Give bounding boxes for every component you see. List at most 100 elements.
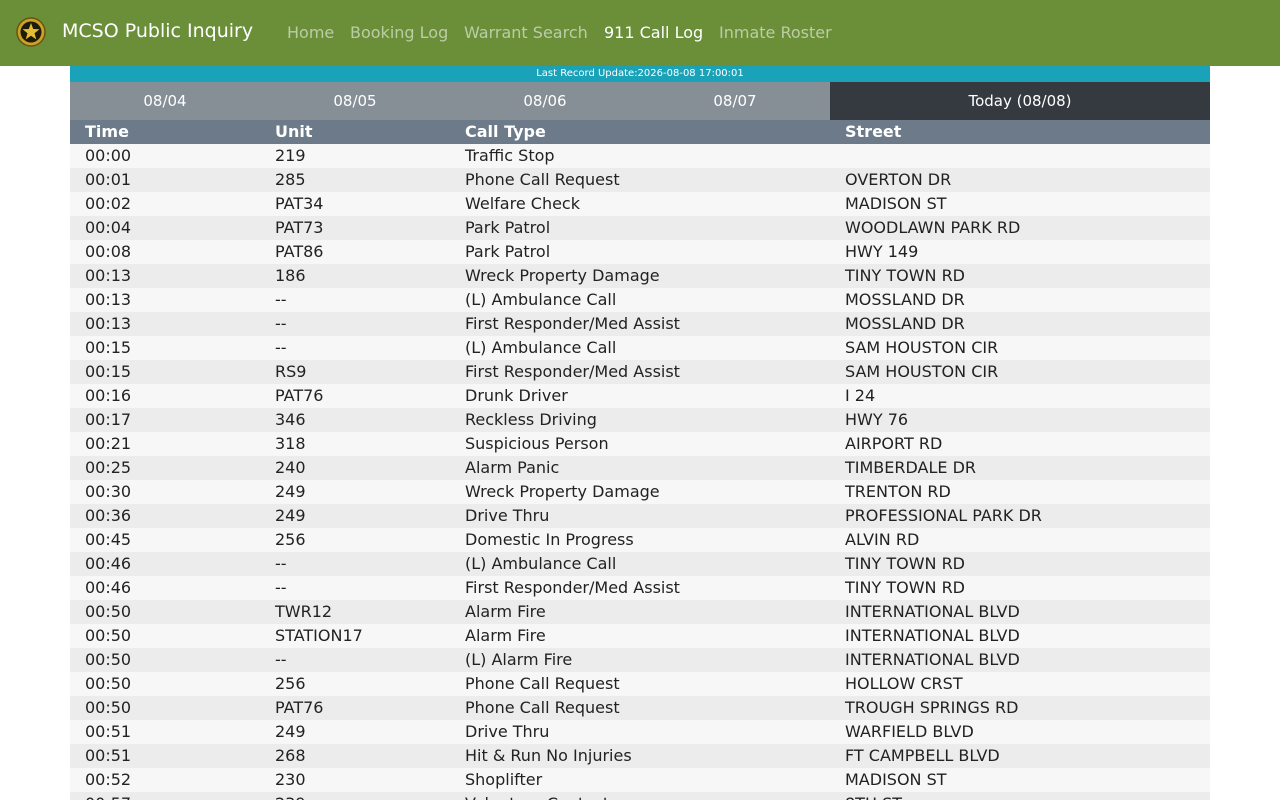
cell-unit: 256: [260, 528, 450, 552]
cell-call-type: Alarm Fire: [450, 600, 830, 624]
cell-street: INTERNATIONAL BLVD: [830, 624, 1210, 648]
nav-booking-log[interactable]: Booking Log: [350, 23, 448, 42]
cell-unit: PAT76: [260, 696, 450, 720]
cell-unit: 249: [260, 720, 450, 744]
cell-call-type: Volunteer Contact: [450, 792, 830, 800]
cell-time: 00:25: [70, 456, 260, 480]
cell-unit: PAT76: [260, 384, 450, 408]
cell-unit: 240: [260, 456, 450, 480]
cell-time: 00:46: [70, 576, 260, 600]
cell-call-type: (L) Ambulance Call: [450, 552, 830, 576]
table-row: 00:08 PAT86 Park Patrol HWY 149: [70, 240, 1210, 264]
cell-street: TIMBERDALE DR: [830, 456, 1210, 480]
cell-street: TINY TOWN RD: [830, 576, 1210, 600]
nav-inmate-roster[interactable]: Inmate Roster: [719, 23, 832, 42]
cell-unit: 219: [260, 144, 450, 168]
cell-street: INTERNATIONAL BLVD: [830, 648, 1210, 672]
cell-street: MADISON ST: [830, 192, 1210, 216]
cell-time: 00:52: [70, 768, 260, 792]
cell-street: HOLLOW CRST: [830, 672, 1210, 696]
date-tabs: 08/04 08/05 08/06 08/07 Today (08/08): [70, 82, 1210, 120]
table-row: 00:01 285 Phone Call Request OVERTON DR: [70, 168, 1210, 192]
table-row: 00:51 249 Drive Thru WARFIELD BLVD: [70, 720, 1210, 744]
cell-call-type: First Responder/Med Assist: [450, 360, 830, 384]
cell-street: SAM HOUSTON CIR: [830, 360, 1210, 384]
cell-unit: 346: [260, 408, 450, 432]
table-row: 00:25 240 Alarm Panic TIMBERDALE DR: [70, 456, 1210, 480]
cell-time: 00:50: [70, 696, 260, 720]
cell-street: [830, 144, 1210, 168]
table-row: 00:13 -- (L) Ambulance Call MOSSLAND DR: [70, 288, 1210, 312]
table-row: 00:13 186 Wreck Property Damage TINY TOWN R…: [70, 264, 1210, 288]
cell-street: TRENTON RD: [830, 480, 1210, 504]
cell-street: TINY TOWN RD: [830, 264, 1210, 288]
tab-today[interactable]: Today (08/08): [830, 82, 1210, 120]
cell-call-type: (L) Ambulance Call: [450, 336, 830, 360]
header-unit: Unit: [260, 120, 450, 144]
cell-unit: --: [260, 648, 450, 672]
cell-call-type: Park Patrol: [450, 240, 830, 264]
cell-street: HWY 149: [830, 240, 1210, 264]
cell-call-type: (L) Ambulance Call: [450, 288, 830, 312]
cell-street: OVERTON DR: [830, 168, 1210, 192]
cell-time: 00:04: [70, 216, 260, 240]
cell-street: TROUGH SPRINGS RD: [830, 696, 1210, 720]
cell-call-type: Hit & Run No Injuries: [450, 744, 830, 768]
cell-unit: PAT34: [260, 192, 450, 216]
cell-unit: --: [260, 336, 450, 360]
table-row: 00:50 TWR12 Alarm Fire INTERNATIONAL BLVD: [70, 600, 1210, 624]
cell-unit: 256: [260, 672, 450, 696]
cell-call-type: Park Patrol: [450, 216, 830, 240]
nav-911-call-log[interactable]: 911 Call Log: [604, 23, 703, 42]
table-header-row: Time Unit Call Type Street: [70, 120, 1210, 144]
cell-unit: 249: [260, 480, 450, 504]
table-row: 00:13 -- First Responder/Med Assist MOSSLAN…: [70, 312, 1210, 336]
cell-street: ALVIN RD: [830, 528, 1210, 552]
cell-street: 8TH ST: [830, 792, 1210, 800]
table-row: 00:21 318 Suspicious Person AIRPORT RD: [70, 432, 1210, 456]
cell-time: 00:21: [70, 432, 260, 456]
cell-call-type: (L) Alarm Fire: [450, 648, 830, 672]
cell-street: SAM HOUSTON CIR: [830, 336, 1210, 360]
cell-unit: 285: [260, 168, 450, 192]
brand-title[interactable]: MCSO Public Inquiry: [62, 20, 253, 42]
tab-08-06[interactable]: 08/06: [450, 82, 640, 120]
cell-unit: --: [260, 552, 450, 576]
cell-street: TINY TOWN RD: [830, 552, 1210, 576]
call-log-table: Time Unit Call Type Street 00:00 219 Traff…: [70, 120, 1210, 800]
table-row: 00:46 -- (L) Ambulance Call TINY TOWN RD: [70, 552, 1210, 576]
table-row: 00:50 -- (L) Alarm Fire INTERNATIONAL BLVD: [70, 648, 1210, 672]
cell-street: MOSSLAND DR: [830, 288, 1210, 312]
cell-call-type: First Responder/Med Assist: [450, 312, 830, 336]
cell-unit: STATION17: [260, 624, 450, 648]
tab-08-05[interactable]: 08/05: [260, 82, 450, 120]
cell-street: HWY 76: [830, 408, 1210, 432]
table-row: 00:51 268 Hit & Run No Injuries FT CAMPBELL…: [70, 744, 1210, 768]
header-street: Street: [830, 120, 1210, 144]
cell-unit: --: [260, 288, 450, 312]
cell-street: PROFESSIONAL PARK DR: [830, 504, 1210, 528]
tab-08-07[interactable]: 08/07: [640, 82, 830, 120]
cell-time: 00:50: [70, 672, 260, 696]
cell-street: MOSSLAND DR: [830, 312, 1210, 336]
nav-warrant-search[interactable]: Warrant Search: [464, 23, 588, 42]
cell-call-type: Alarm Panic: [450, 456, 830, 480]
cell-unit: --: [260, 576, 450, 600]
cell-unit: 249: [260, 504, 450, 528]
nav-home[interactable]: Home: [287, 23, 334, 42]
cell-unit: PAT86: [260, 240, 450, 264]
cell-call-type: Wreck Property Damage: [450, 264, 830, 288]
sheriff-badge-icon[interactable]: [16, 17, 46, 47]
cell-street: AIRPORT RD: [830, 432, 1210, 456]
cell-street: WOODLAWN PARK RD: [830, 216, 1210, 240]
cell-time: 00:08: [70, 240, 260, 264]
cell-time: 00:50: [70, 624, 260, 648]
cell-call-type: Traffic Stop: [450, 144, 830, 168]
cell-time: 00:13: [70, 264, 260, 288]
tab-08-04[interactable]: 08/04: [70, 82, 260, 120]
main-container: Last Record Update:2026-08-08 17:00:01 0…: [70, 66, 1210, 800]
cell-street: I 24: [830, 384, 1210, 408]
cell-unit: PAT73: [260, 216, 450, 240]
cell-time: 00:02: [70, 192, 260, 216]
cell-call-type: Suspicious Person: [450, 432, 830, 456]
